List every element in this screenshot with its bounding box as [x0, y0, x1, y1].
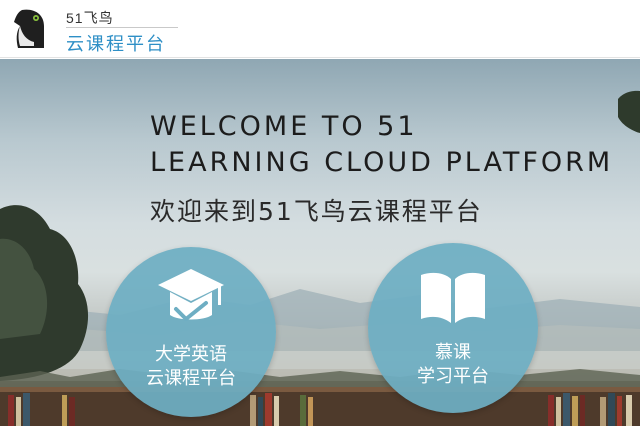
welcome-title-line2: LEARNING CLOUD PLATFORM [150, 147, 614, 178]
mooc-platform-button[interactable]: 慕课 学习平台 [368, 243, 538, 413]
logo-title-bottom: 云课程平台 [66, 34, 166, 55]
logo-divider [66, 27, 178, 28]
graduation-cap-icon [158, 269, 224, 321]
college-english-platform-button[interactable]: 大学英语 云课程平台 [106, 247, 276, 417]
mooc-label-line2: 学习平台 [417, 366, 489, 387]
bird-logo-icon[interactable] [12, 6, 48, 52]
welcome-subtitle-cn: 欢迎来到51飞鸟云课程平台 [150, 197, 483, 226]
college-english-label-line2: 云课程平台 [146, 368, 236, 389]
hero-banner: WELCOME TO 51 LEARNING CLOUD PLATFORM 欢迎… [0, 59, 640, 426]
open-book-icon [421, 272, 485, 323]
logo-title-top: 51飞鸟 [66, 10, 114, 26]
mooc-label-line1: 慕课 [435, 342, 471, 363]
site-header: 51飞鸟 云课程平台 [0, 0, 640, 58]
college-english-label-line1: 大学英语 [155, 344, 227, 365]
welcome-title-line1: WELCOME TO 51 [150, 111, 418, 142]
